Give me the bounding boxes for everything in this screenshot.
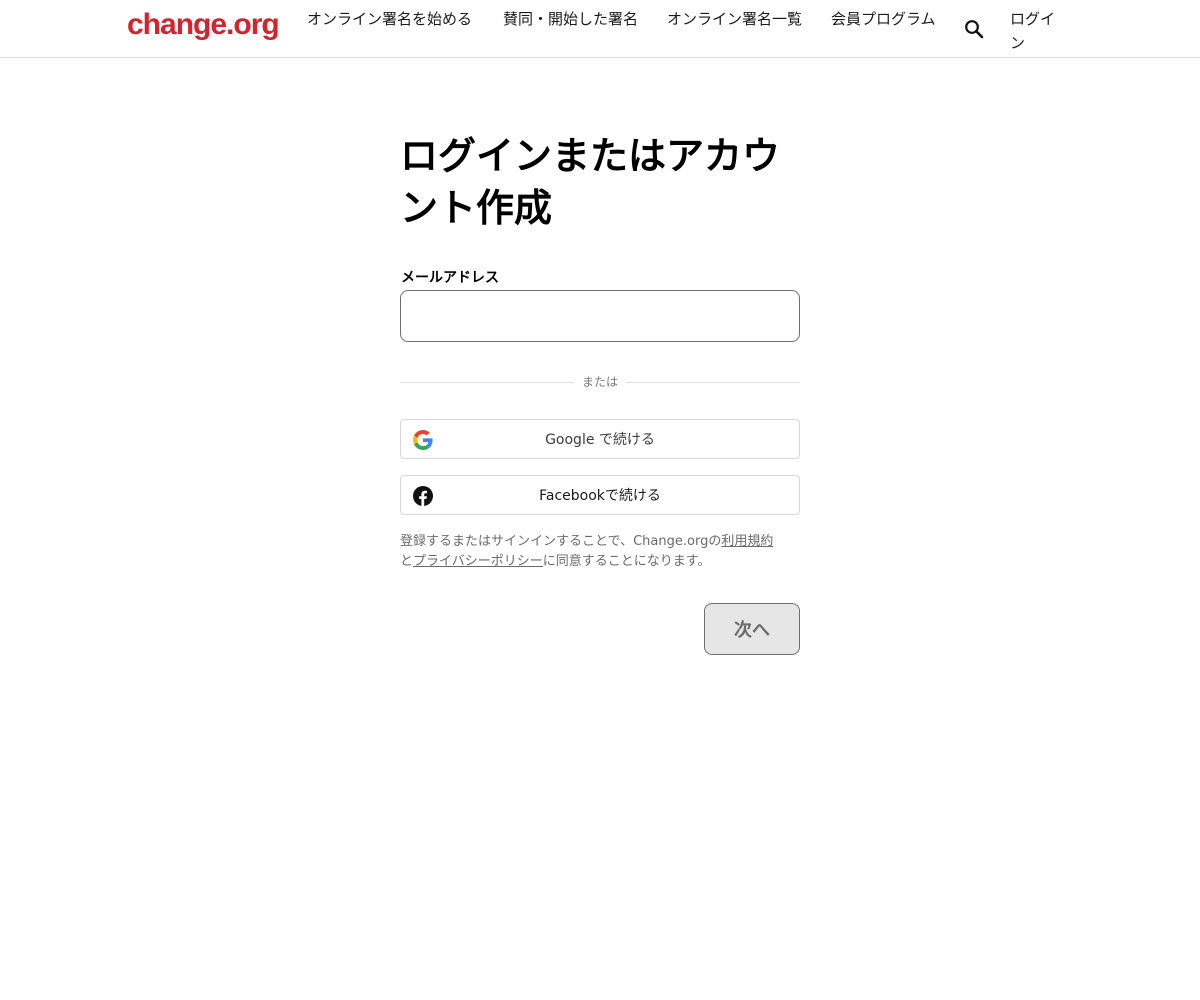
email-field[interactable] (400, 290, 800, 342)
facebook-login-button[interactable]: Facebookで続ける (400, 475, 800, 515)
google-login-button[interactable]: Google で続ける (400, 419, 800, 459)
terms-middle: と (400, 554, 414, 569)
google-button-label: Google で続ける (545, 432, 655, 448)
or-divider: または (400, 373, 800, 391)
site-header: change.org オンライン署名を始める 賛同・開始した署名 オンライン署名… (0, 0, 1200, 58)
nav-membership[interactable]: 会員プログラム (831, 7, 941, 31)
terms-of-service-link[interactable]: 利用規約 (721, 534, 773, 549)
nav-start-petition[interactable]: オンライン署名を始める (307, 7, 477, 31)
divider-line (626, 382, 800, 383)
change-org-logo[interactable]: change.org (127, 8, 280, 42)
next-button[interactable]: 次へ (704, 603, 800, 655)
terms-prefix: 登録するまたはサインインすることで、Change.orgの (400, 534, 722, 549)
login-form: ログインまたはアカウント作成 メールアドレス または Google で続ける F… (400, 130, 800, 655)
search-icon[interactable] (962, 17, 986, 41)
nav-browse-petitions[interactable]: オンライン署名一覧 (667, 7, 807, 31)
terms-notice: 登録するまたはサインインすることで、Change.orgの利用規約とプライバシー… (400, 532, 800, 572)
login-link[interactable]: ログイン (1010, 7, 1068, 55)
privacy-policy-link[interactable]: プライバシーポリシー (413, 554, 543, 569)
page-title: ログインまたはアカウント作成 (400, 134, 781, 230)
facebook-button-label: Facebookで続ける (539, 488, 661, 504)
terms-suffix: に同意することになります。 (542, 554, 711, 569)
email-label: メールアドレス (401, 270, 499, 286)
nav-my-petitions[interactable]: 賛同・開始した署名 (503, 7, 643, 31)
